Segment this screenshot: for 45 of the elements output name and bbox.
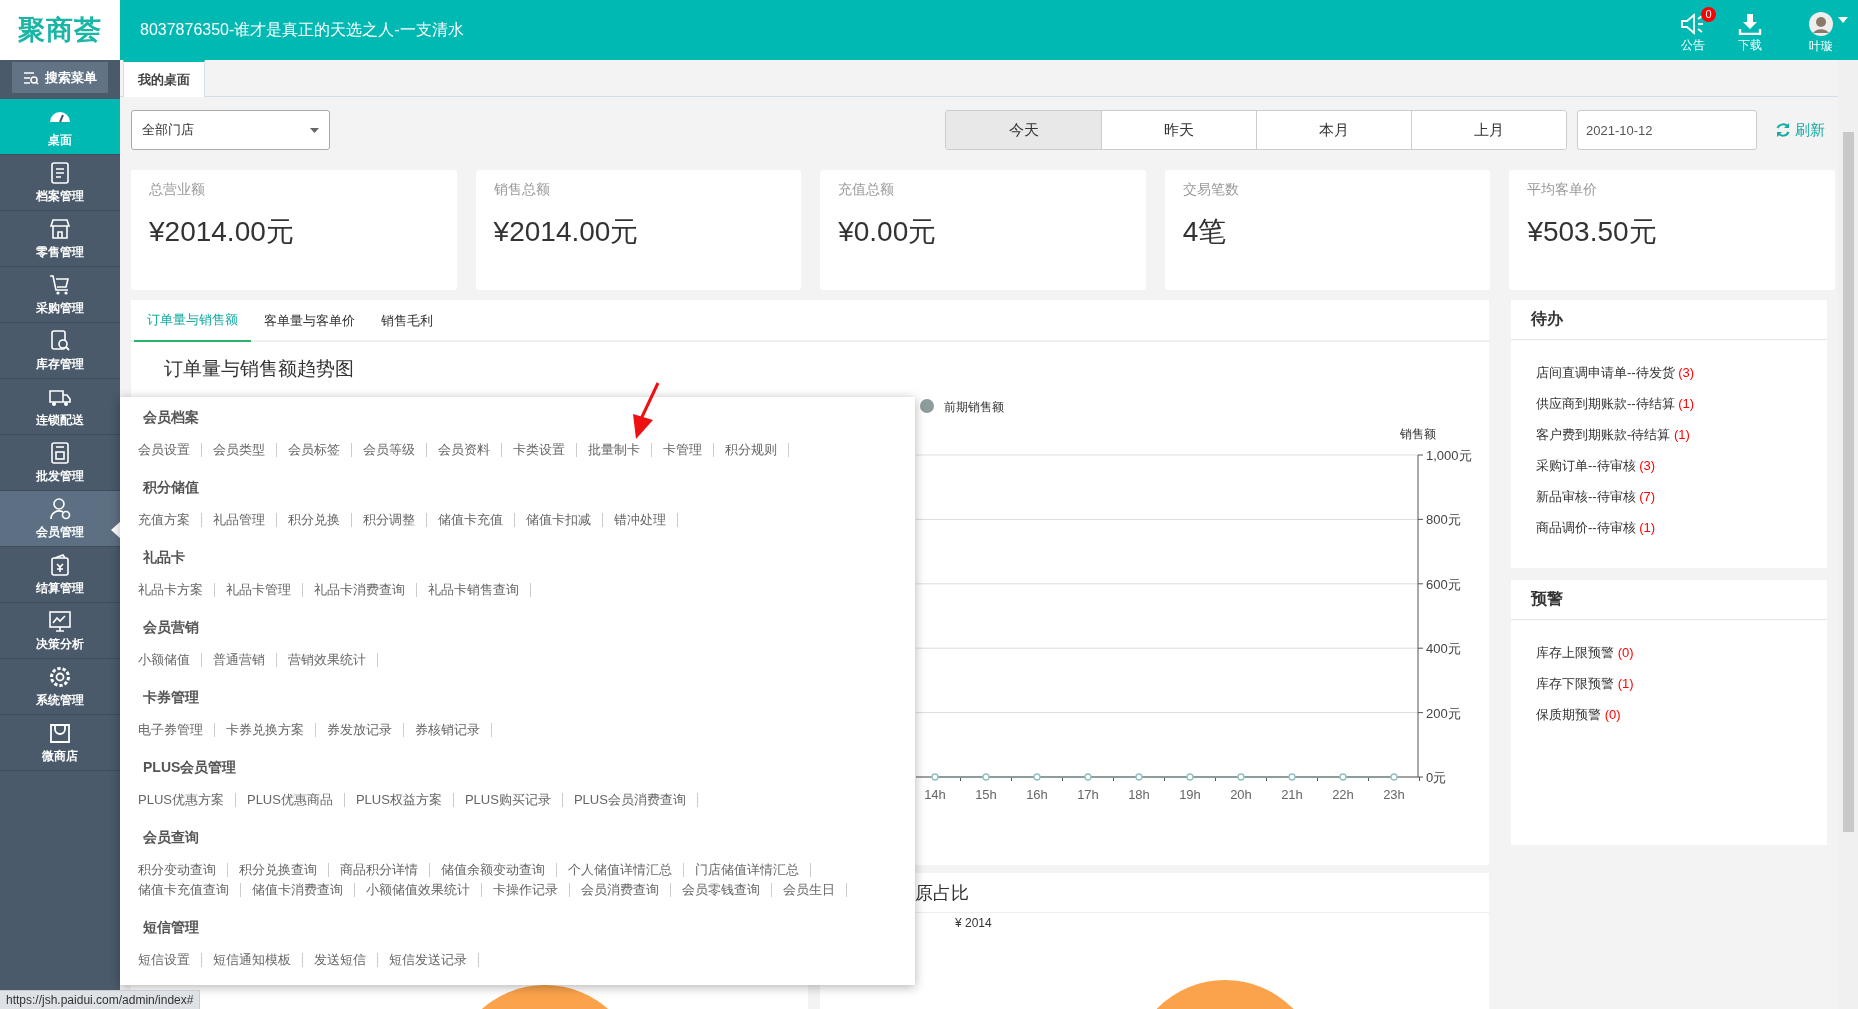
axis-label: 200元 (1426, 705, 1461, 721)
axis-title: 销售额 (1400, 427, 1436, 441)
stat-label: 充值总额 (838, 181, 895, 199)
status-url: https://jsh.paidui.com/admin/index# (6, 993, 194, 1007)
menu-group-title: 礼品卡 (143, 548, 185, 567)
panel-title: 原占比 (915, 881, 969, 905)
axis-label: 16h (1026, 787, 1048, 802)
menu-group-title: 卡券管理 (143, 688, 199, 707)
menu-group-title: 会员查询 (143, 828, 199, 847)
menu-group-title: 会员营销 (143, 618, 199, 637)
axis-label: 18h (1128, 787, 1150, 802)
stat-label: 销售总额 (493, 181, 550, 199)
stat-label: 交易笔数 (1182, 181, 1239, 199)
axis-label: 21h (1281, 787, 1303, 802)
axis-label: 23h (1383, 787, 1405, 802)
axis-label: 14h (924, 787, 946, 802)
axis-label: 0元 (1426, 770, 1447, 785)
menu-group-title: PLUS会员管理 (143, 758, 237, 777)
axis-label: 22h (1332, 787, 1354, 802)
chart-label: ¥ 2014 (955, 916, 992, 930)
stat-value: ¥2014.00元 (493, 215, 639, 249)
panel-title: 待办 (1531, 309, 1563, 329)
stat-value: ¥2014.00元 (149, 215, 294, 249)
axis-label: 1,000元 (1426, 448, 1472, 463)
window-title: 8037876350-谁才是真正的天选之人-一支清水 (140, 19, 465, 40)
stat-value: ¥503.50元 (1527, 215, 1657, 249)
legend-label: 前期销售额 (944, 400, 1004, 414)
menu-group-title: 会员档案 (143, 408, 199, 427)
axis-label: 800元 (1426, 512, 1461, 528)
axis-label: 17h (1077, 787, 1099, 802)
notification-badge: 0 (1701, 6, 1716, 22)
stat-label: 总营业额 (149, 181, 205, 199)
logo: 聚商荟 (0, 0, 120, 60)
stat-label: 平均客单价 (1527, 181, 1598, 199)
panel-title: 预警 (1531, 589, 1563, 609)
axis-label: 19h (1179, 787, 1201, 802)
stat-value: ¥0.00元 (838, 215, 937, 249)
axis-label: 20h (1230, 787, 1252, 802)
stat-value: 4笔 (1182, 215, 1227, 249)
chart-title: 订单量与销售额趋势图 (164, 357, 354, 381)
menu-group-title: 短信管理 (143, 918, 199, 937)
axis-label: 15h (975, 787, 997, 802)
axis-label: 600元 (1426, 576, 1461, 592)
axis-label: 400元 (1426, 641, 1461, 657)
menu-group-title: 积分储值 (143, 478, 199, 497)
